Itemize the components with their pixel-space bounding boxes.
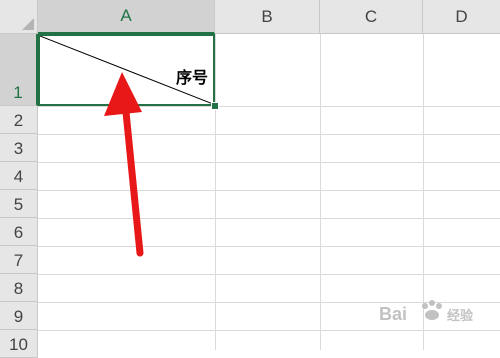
baidu-paw-icon: Bai 经验 xyxy=(379,300,474,324)
watermark-suffix: 经验 xyxy=(447,308,474,324)
watermark-text: Bai xyxy=(379,304,407,324)
watermark: Bai 经验 xyxy=(375,294,495,334)
red-arrow-icon xyxy=(104,72,144,257)
